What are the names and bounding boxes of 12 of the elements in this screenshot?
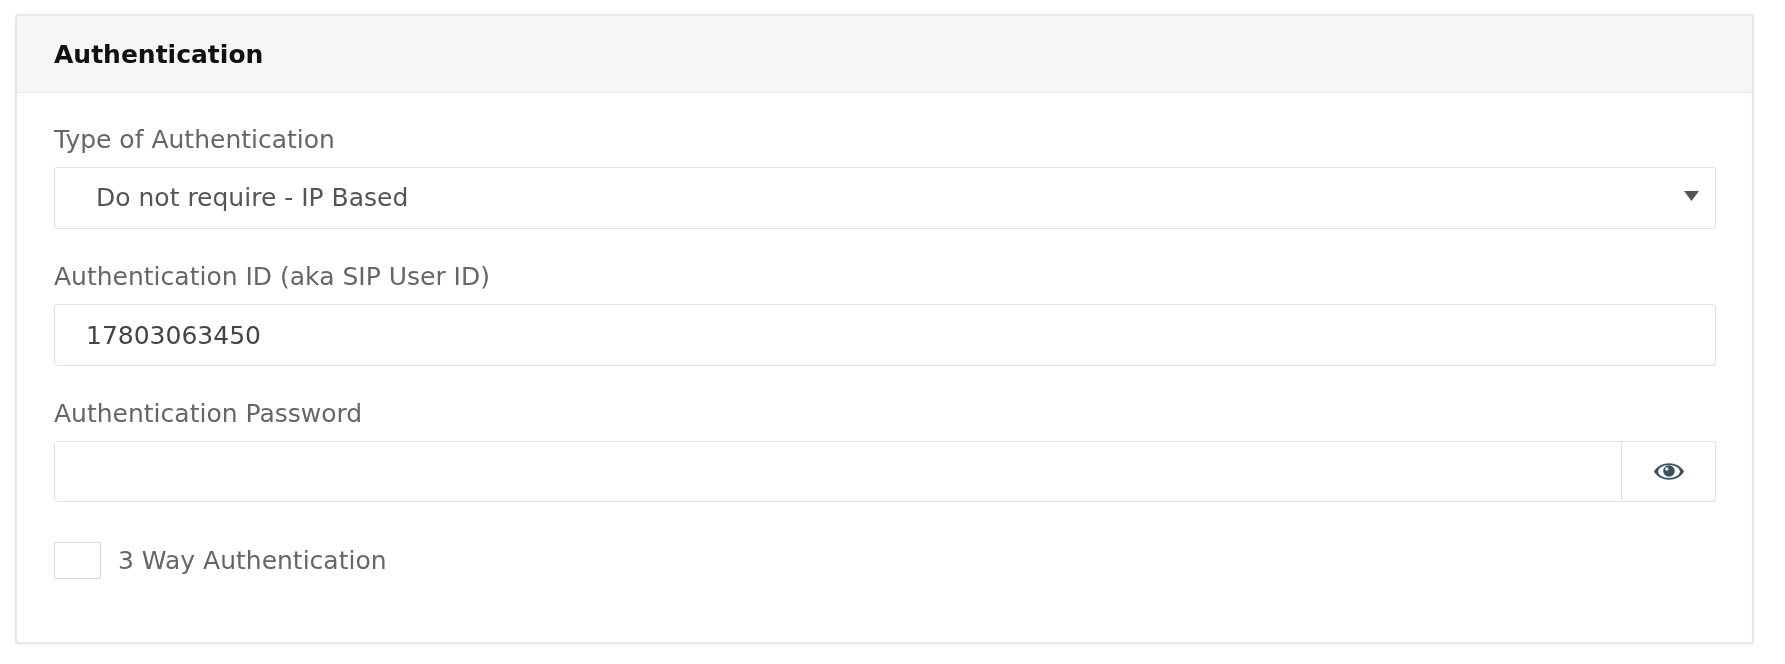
checkbox[interactable] [54, 542, 101, 579]
field-label: Authentication ID (aka SIP User ID) [54, 261, 490, 292]
card-title: Authentication [54, 38, 264, 70]
show-password-button[interactable] [1621, 441, 1716, 502]
eye-icon [1653, 462, 1684, 481]
field-label: Authentication Password [54, 398, 363, 429]
caret-icon [1684, 191, 1699, 201]
text-field[interactable]: 17803063450 [54, 304, 1716, 366]
password-field[interactable] [54, 441, 1622, 502]
field-label: Type of Authentication [54, 124, 335, 155]
checkbox-label: 3 Way Authentication [118, 545, 387, 576]
authentication-type-select[interactable]: Do not require - IP Based [54, 167, 1716, 229]
